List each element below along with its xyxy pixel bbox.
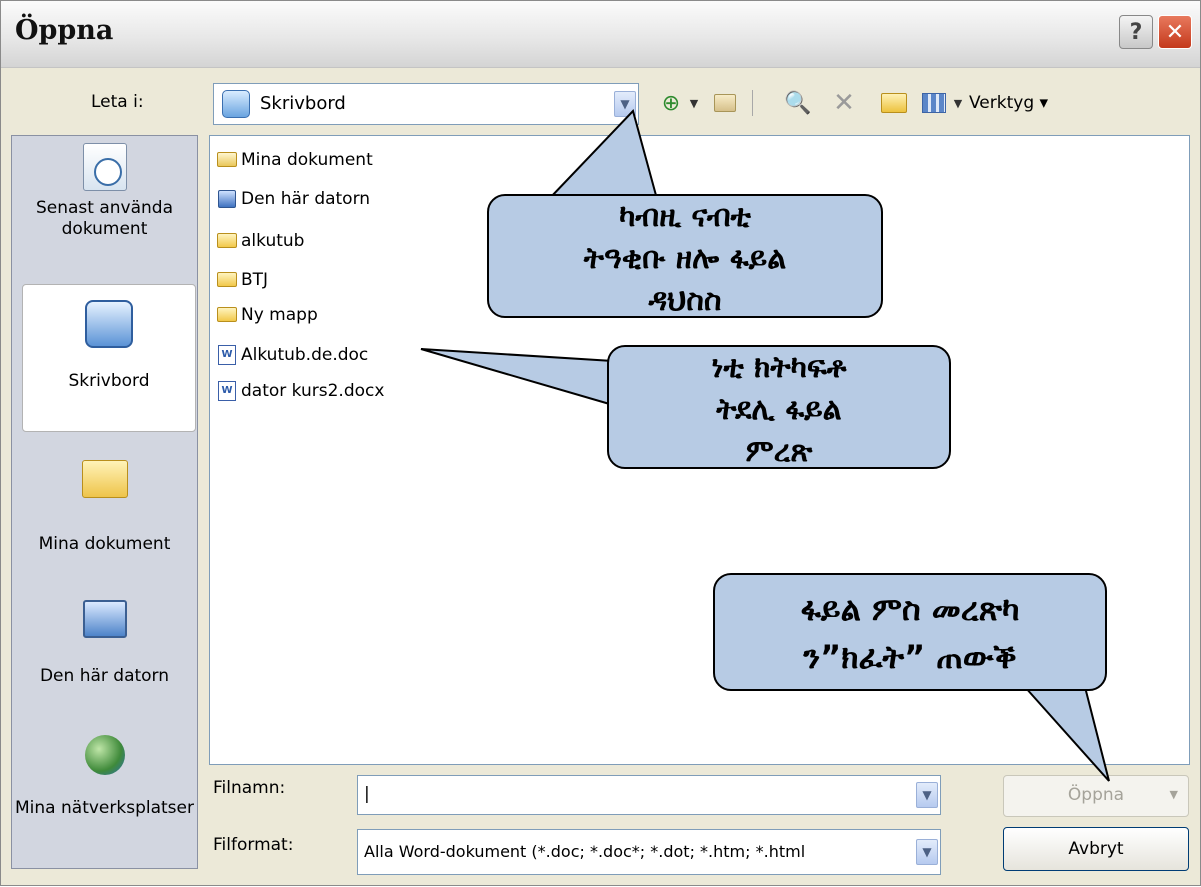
chevron-down-icon: ▼ bbox=[922, 845, 932, 859]
place-network-places[interactable]: Mina nätverksplatser bbox=[12, 728, 197, 819]
look-in-value: Skrivbord bbox=[260, 93, 346, 114]
back-icon[interactable]: ⊕ bbox=[656, 88, 686, 118]
close-icon: ✕ bbox=[1165, 19, 1185, 45]
my-documents-small-icon bbox=[216, 150, 238, 170]
dialog-title: Öppna bbox=[15, 15, 114, 46]
place-label: Mina nätverksplatser bbox=[15, 798, 194, 818]
filename-value: | bbox=[364, 784, 370, 804]
file-name: Den här datorn bbox=[241, 188, 371, 209]
my-documents-icon bbox=[78, 452, 132, 506]
filetype-label: Filformat: bbox=[213, 835, 294, 855]
help-icon: ? bbox=[1129, 19, 1143, 45]
delete-icon[interactable]: ✕ bbox=[829, 88, 859, 118]
place-label: Skrivbord bbox=[68, 371, 150, 391]
file-name: BTJ bbox=[241, 269, 269, 290]
help-button[interactable]: ? bbox=[1119, 15, 1153, 49]
filetype-value: Alla Word-dokument (*.doc; *.doc*; *.dot… bbox=[364, 842, 806, 861]
my-computer-icon bbox=[78, 592, 132, 646]
title-bar[interactable]: Öppna ? ✕ bbox=[1, 1, 1200, 68]
file-name: Mina dokument bbox=[241, 149, 373, 170]
filename-input[interactable]: | ▼ bbox=[357, 775, 941, 815]
place-my-computer[interactable]: Den här datorn bbox=[12, 592, 197, 687]
places-bar: Senast använda dokument Skrivbord Mina d… bbox=[11, 135, 198, 869]
chevron-down-icon: ▼ bbox=[620, 97, 630, 111]
callout-line: ምረጽ bbox=[745, 434, 813, 469]
tools-menu-button[interactable]: Verktyg ▾ bbox=[969, 88, 1089, 118]
open-button[interactable]: Öppna ▼ bbox=[1003, 775, 1189, 817]
callout-line: ን”ክፈት” ጠውቕ bbox=[803, 638, 1017, 676]
views-dropdown-icon[interactable]: ▼ bbox=[951, 88, 965, 118]
list-item[interactable]: W Alkutub.de.doc bbox=[216, 343, 368, 366]
callout-line: ትደሊ ፋይል bbox=[716, 392, 842, 427]
list-item[interactable]: BTJ bbox=[216, 268, 268, 291]
toolbar-separator bbox=[749, 88, 755, 118]
place-desktop[interactable]: Skrivbord bbox=[22, 284, 196, 432]
chevron-down-icon: ▼ bbox=[922, 788, 932, 802]
callout-open-hint: ፋይል ምስ መረጽካ ን”ክፈት” ጠውቕ bbox=[713, 573, 1107, 691]
place-label: Den här datorn bbox=[39, 666, 170, 686]
callout-line: ፋይል ምስ መረጽካ bbox=[800, 590, 1020, 628]
search-web-icon[interactable]: 🔍 bbox=[781, 88, 815, 118]
look-in-label: Leta i: bbox=[91, 92, 144, 112]
file-name: alkutub bbox=[241, 230, 305, 251]
folder-icon bbox=[216, 231, 238, 251]
list-item[interactable]: Mina dokument bbox=[216, 148, 373, 171]
word-document-icon: W bbox=[216, 344, 238, 365]
callout-line: ዳህስስ bbox=[648, 283, 722, 318]
close-button[interactable]: ✕ bbox=[1158, 15, 1192, 49]
tools-menu-label: Verktyg ▾ bbox=[969, 93, 1049, 113]
cancel-button[interactable]: Avbryt bbox=[1003, 827, 1189, 871]
callout-line: ነቲ ክትካፍቶ bbox=[711, 350, 847, 385]
filename-dropdown-button[interactable]: ▼ bbox=[916, 782, 938, 808]
list-item[interactable]: Ny mapp bbox=[216, 303, 318, 326]
new-folder-icon[interactable] bbox=[877, 88, 911, 118]
up-folder-icon[interactable] bbox=[709, 88, 741, 118]
file-name: dator kurs2.docx bbox=[241, 380, 385, 401]
callout-browse-location: ካብዚ ናብቲ ትዓቂቡ ዘሎ ፋይል ዳህስስ bbox=[487, 194, 883, 318]
network-places-icon bbox=[78, 728, 132, 782]
filetype-dropdown-button[interactable]: ▼ bbox=[916, 839, 938, 865]
folder-icon bbox=[216, 270, 238, 290]
place-my-documents[interactable]: Mina dokument bbox=[12, 452, 197, 555]
filename-label: Filnamn: bbox=[213, 778, 286, 798]
word-document-icon: W bbox=[216, 380, 238, 401]
look-in-combobox[interactable]: Skrivbord ▼ bbox=[213, 83, 639, 125]
place-recent-documents[interactable]: Senast använda dokument bbox=[12, 140, 197, 240]
views-icon[interactable] bbox=[919, 88, 949, 118]
look-in-dropdown-button[interactable]: ▼ bbox=[614, 91, 636, 117]
place-label: Senast använda dokument bbox=[35, 198, 174, 239]
list-item[interactable]: Den här datorn bbox=[216, 187, 370, 210]
desktop-icon bbox=[82, 297, 136, 351]
list-item[interactable]: Wdator kurs2.docx bbox=[216, 379, 384, 402]
open-dropdown-icon[interactable]: ▼ bbox=[1170, 776, 1178, 814]
filetype-select[interactable]: Alla Word-dokument (*.doc; *.doc*; *.dot… bbox=[357, 829, 941, 875]
computer-small-icon bbox=[216, 189, 238, 209]
file-name: Alkutub.de.doc bbox=[241, 344, 369, 365]
callout-select-file: ነቲ ክትካፍቶ ትደሊ ፋይል ምረጽ bbox=[607, 345, 951, 469]
file-name: Ny mapp bbox=[241, 304, 318, 325]
folder-icon bbox=[216, 305, 238, 325]
open-dialog: Öppna ? ✕ Leta i: Skrivbord ▼ ⊕ ▼ 🔍 ✕ ▼ … bbox=[0, 0, 1201, 886]
place-label: Mina dokument bbox=[38, 534, 171, 554]
open-button-label: Öppna bbox=[1067, 785, 1125, 805]
recent-documents-icon bbox=[78, 140, 132, 194]
desktop-small-icon bbox=[222, 90, 250, 118]
callout-line: ትዓቂቡ ዘሎ ፋይል bbox=[583, 241, 787, 276]
callout-line: ካብዚ ናብቲ bbox=[619, 199, 751, 234]
back-dropdown-icon[interactable]: ▼ bbox=[686, 88, 702, 118]
list-item[interactable]: alkutub bbox=[216, 229, 304, 252]
